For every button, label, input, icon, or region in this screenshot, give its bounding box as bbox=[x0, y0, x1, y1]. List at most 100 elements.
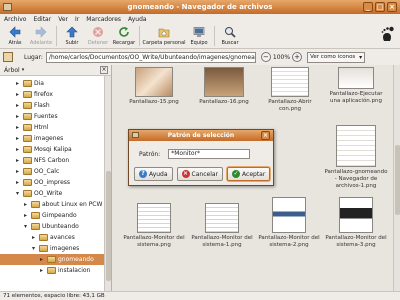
zoom-in-button[interactable]: + bbox=[292, 52, 303, 62]
image-thumbnail bbox=[271, 67, 309, 97]
file-item[interactable]: Pantallazo-gnomeando - Navegador de arch… bbox=[324, 125, 388, 190]
tree-item[interactable]: ▾ imagenes bbox=[0, 243, 111, 254]
computer-button[interactable]: Equipo bbox=[186, 24, 212, 49]
menu-ir[interactable]: Ir bbox=[75, 16, 79, 23]
tree-item[interactable]: ▸ firefox bbox=[0, 89, 111, 100]
checkmark-icon: ✓ bbox=[232, 170, 241, 178]
tree-item[interactable]: ▸ OO_impress bbox=[0, 177, 111, 188]
expander-closed-icon[interactable]: ▸ bbox=[14, 146, 21, 153]
minimize-button[interactable]: _ bbox=[363, 2, 373, 12]
selection-pattern-dialog: Patrón de selección × Patrón: *Monitor* … bbox=[128, 129, 274, 186]
tree-item[interactable]: ▸ Flash bbox=[0, 100, 111, 111]
home-button[interactable]: Carpeta personal bbox=[142, 24, 186, 49]
expander-closed-icon[interactable]: ▸ bbox=[14, 124, 21, 131]
file-item[interactable]: Pantallazo-Monitor del sistema-1.png bbox=[190, 203, 254, 249]
side-pane-scrollbar[interactable] bbox=[104, 76, 111, 291]
expander-closed-icon[interactable]: ▸ bbox=[14, 102, 21, 109]
image-thumbnail bbox=[135, 67, 173, 97]
reload-icon bbox=[119, 27, 129, 37]
file-item[interactable]: Pantallazo-16.png bbox=[192, 67, 256, 106]
expander-open-icon[interactable]: ▾ bbox=[14, 190, 21, 197]
folder-icon bbox=[23, 102, 32, 109]
menu-ayuda[interactable]: Ayuda bbox=[128, 16, 147, 23]
expander-closed-icon[interactable]: ▸ bbox=[22, 212, 29, 219]
dialog-close-button[interactable]: × bbox=[261, 131, 270, 140]
tree-item[interactable]: ▸ Html bbox=[0, 122, 111, 133]
expander-open-icon[interactable]: ▾ bbox=[22, 223, 29, 230]
side-pane-header[interactable]: Árbol ▾ × bbox=[0, 65, 111, 76]
forward-button[interactable]: Adelante bbox=[28, 24, 54, 49]
tree-item[interactable]: ▸ avances bbox=[0, 232, 111, 243]
file-item[interactable]: Pantallazo-Monitor del sistema.png bbox=[122, 203, 186, 249]
menu-marcadores[interactable]: Marcadores bbox=[86, 16, 121, 23]
zoom-out-button[interactable]: − bbox=[260, 52, 271, 62]
accept-button[interactable]: ✓ Aceptar bbox=[227, 167, 271, 181]
tree-item-label: avances bbox=[50, 234, 75, 241]
tree-item-label: Ubunteando bbox=[42, 223, 79, 230]
search-button[interactable]: Buscar bbox=[217, 24, 243, 49]
file-item[interactable]: Pantallazo-Abrir con.png bbox=[258, 67, 322, 113]
expander-closed-icon[interactable]: ▸ bbox=[22, 201, 29, 208]
tree-item[interactable]: ▸ OO_Calc bbox=[0, 166, 111, 177]
folder-icon bbox=[23, 124, 32, 131]
tree-item[interactable]: ▸ Fuentes bbox=[0, 111, 111, 122]
expander-closed-icon[interactable]: ▸ bbox=[14, 179, 21, 186]
menu-editar[interactable]: Editar bbox=[33, 16, 51, 23]
file-item[interactable]: Pantallazo-Monitor del sistema-2.png bbox=[257, 197, 321, 249]
tree-item[interactable]: ▾ Ubunteando bbox=[0, 221, 111, 232]
pattern-input[interactable]: *Monitor* bbox=[168, 149, 251, 159]
view-mode-select[interactable]: Ver como iconos bbox=[307, 51, 366, 63]
reload-button[interactable]: Recargar bbox=[111, 24, 137, 49]
toolbar-separator bbox=[56, 26, 57, 46]
tree-item[interactable]: ▸ instalacion bbox=[0, 265, 111, 276]
cancel-icon: × bbox=[181, 170, 190, 178]
expander-closed-icon[interactable]: ▸ bbox=[14, 168, 21, 175]
tree-item-label: Flash bbox=[34, 102, 50, 109]
close-button[interactable]: × bbox=[387, 2, 397, 12]
status-bar: 71 elementos, espacio libre: 43,1 GB bbox=[0, 291, 400, 300]
cancel-button[interactable]: × Cancelar bbox=[176, 167, 224, 181]
tree-item[interactable]: ▸ NFS Carbon bbox=[0, 155, 111, 166]
side-pane: Árbol ▾ × ▸ Dia ▸ firefox ▸ Flash ▸ Fuentes ▸ Htm… bbox=[0, 65, 112, 291]
help-button[interactable]: ? Ayuda bbox=[134, 167, 173, 181]
edit-location-icon[interactable] bbox=[3, 52, 13, 62]
file-view-scrollbar[interactable] bbox=[393, 65, 400, 291]
folder-icon bbox=[39, 245, 48, 252]
tree-item[interactable]: ▾ OO_Write bbox=[0, 188, 111, 199]
expander-closed-icon[interactable]: ▸ bbox=[38, 256, 45, 263]
maximize-button[interactable]: □ bbox=[375, 2, 385, 12]
location-input[interactable]: /home/carlos/Documentos/OO_Write/Ubuntea… bbox=[45, 51, 256, 63]
up-button[interactable]: Subir bbox=[59, 24, 85, 49]
expander-closed-icon[interactable]: ▸ bbox=[38, 267, 45, 274]
expander-closed-icon[interactable]: ▸ bbox=[14, 135, 21, 142]
window-titlebar: gnomeando - Navegador de archivos _ □ × bbox=[0, 0, 400, 14]
folder-icon bbox=[23, 135, 32, 142]
folder-icon bbox=[23, 157, 32, 164]
expander-open-icon[interactable]: ▾ bbox=[30, 245, 37, 252]
location-bar: Lugar: /home/carlos/Documentos/OO_Write/… bbox=[0, 49, 400, 65]
tree-item[interactable]: ▸ Gimpeando bbox=[0, 210, 111, 221]
tree-item[interactable]: ▸ about Linux en PCW bbox=[0, 199, 111, 210]
expander-closed-icon[interactable]: ▸ bbox=[30, 234, 37, 241]
tree-item[interactable]: ▸ imagenes bbox=[0, 133, 111, 144]
file-item[interactable]: Pantallazo-15.png bbox=[122, 67, 186, 106]
folder-icon bbox=[23, 168, 32, 175]
file-item[interactable]: Pantallazo-Ejecutar una aplicación.png bbox=[324, 67, 388, 105]
tree-item-label: imagenes bbox=[34, 135, 64, 142]
menu-ver[interactable]: Ver bbox=[58, 16, 68, 23]
tree-item[interactable]: ▸ Dia bbox=[0, 78, 111, 89]
folder-icon bbox=[31, 223, 40, 230]
stop-button[interactable]: Detener bbox=[85, 24, 111, 49]
image-thumbnail bbox=[137, 203, 171, 233]
tree-item[interactable]: ▸ Mosqi Kalipa bbox=[0, 144, 111, 155]
close-side-pane-button[interactable]: × bbox=[100, 66, 108, 74]
expander-closed-icon[interactable]: ▸ bbox=[14, 157, 21, 164]
menu-archivo[interactable]: Archivo bbox=[4, 16, 26, 23]
folder-icon bbox=[23, 91, 32, 98]
file-item[interactable]: Pantallazo-Monitor del sistema-3.png bbox=[324, 197, 388, 249]
expander-closed-icon[interactable]: ▸ bbox=[14, 91, 21, 98]
tree-item[interactable]: ▸ gnomeando bbox=[0, 254, 111, 265]
expander-closed-icon[interactable]: ▸ bbox=[14, 80, 21, 87]
expander-closed-icon[interactable]: ▸ bbox=[14, 113, 21, 120]
back-button[interactable]: Atrás bbox=[2, 24, 28, 49]
